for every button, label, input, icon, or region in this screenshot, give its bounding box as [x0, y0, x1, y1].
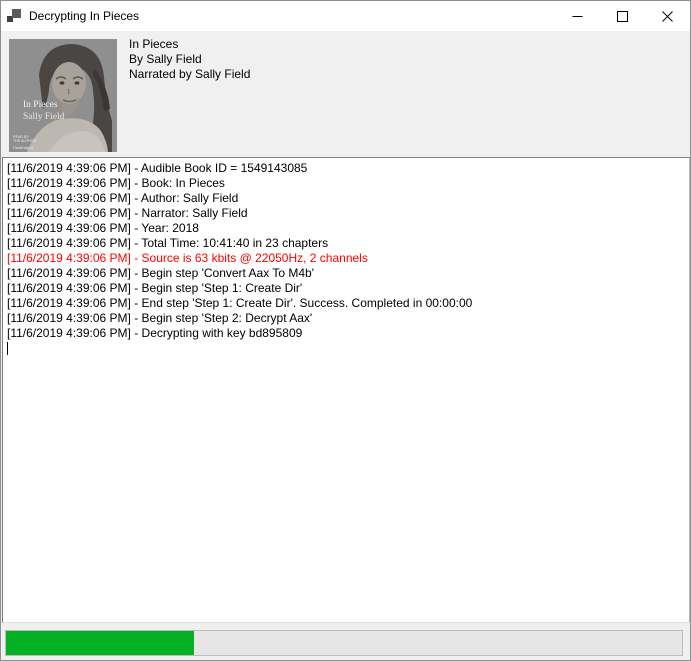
cover-author-text: Sally Field	[23, 112, 65, 122]
progress-fill	[6, 631, 194, 655]
progress-bar	[5, 630, 683, 656]
log-line: [11/6/2019 4:39:06 PM] - Begin step 'Ste…	[7, 311, 685, 326]
app-window: Decrypting In Pieces	[0, 0, 691, 661]
app-icon	[7, 9, 21, 23]
log-line: [11/6/2019 4:39:06 PM] - Begin step 'Ste…	[7, 281, 685, 296]
window-title: Decrypting In Pieces	[29, 9, 139, 23]
app-icon-square-big	[12, 9, 21, 18]
log-line: [11/6/2019 4:39:06 PM] - Source is 63 kb…	[7, 251, 685, 266]
log-line: [11/6/2019 4:39:06 PM] - Narrator: Sally…	[7, 206, 685, 221]
log-line: [11/6/2019 4:39:06 PM] - Total Time: 10:…	[7, 236, 685, 251]
log-line: [11/6/2019 4:39:06 PM] - Decrypting with…	[7, 326, 685, 341]
cover-edition-text: Unabridged	[13, 145, 34, 150]
book-title: In Pieces	[129, 37, 250, 52]
cover-title-text: In Pieces	[23, 100, 58, 110]
cover-readby-line2: THE AUTHOR	[13, 139, 37, 143]
log-line: [11/6/2019 4:39:06 PM] - Author: Sally F…	[7, 191, 685, 206]
book-cover-image: In Pieces Sally Field READ BY THE AUTHOR…	[9, 39, 117, 152]
text-caret	[7, 342, 8, 355]
log-line: [11/6/2019 4:39:06 PM] - End step 'Step …	[7, 296, 685, 311]
book-narrator: Narrated by Sally Field	[129, 67, 250, 82]
book-author: By Sally Field	[129, 52, 250, 67]
maximize-icon	[617, 11, 628, 22]
titlebar[interactable]: Decrypting In Pieces	[1, 1, 690, 31]
log-line: [11/6/2019 4:39:06 PM] - Begin step 'Con…	[7, 266, 685, 281]
minimize-icon	[572, 11, 583, 22]
close-icon	[662, 11, 673, 22]
window-controls	[555, 1, 690, 31]
book-info: In Pieces By Sally Field Narrated by Sal…	[129, 37, 250, 82]
log-line: [11/6/2019 4:39:06 PM] - Year: 2018	[7, 221, 685, 236]
close-button[interactable]	[645, 1, 690, 31]
log-line: [11/6/2019 4:39:06 PM] - Book: In Pieces	[7, 176, 685, 191]
cover-art: In Pieces Sally Field READ BY THE AUTHOR…	[9, 39, 117, 152]
minimize-button[interactable]	[555, 1, 600, 31]
log-line: [11/6/2019 4:39:06 PM] - Audible Book ID…	[7, 161, 685, 176]
log-lines: [11/6/2019 4:39:06 PM] - Audible Book ID…	[7, 161, 685, 341]
log-output[interactable]: [11/6/2019 4:39:06 PM] - Audible Book ID…	[2, 157, 690, 623]
maximize-button[interactable]	[600, 1, 645, 31]
